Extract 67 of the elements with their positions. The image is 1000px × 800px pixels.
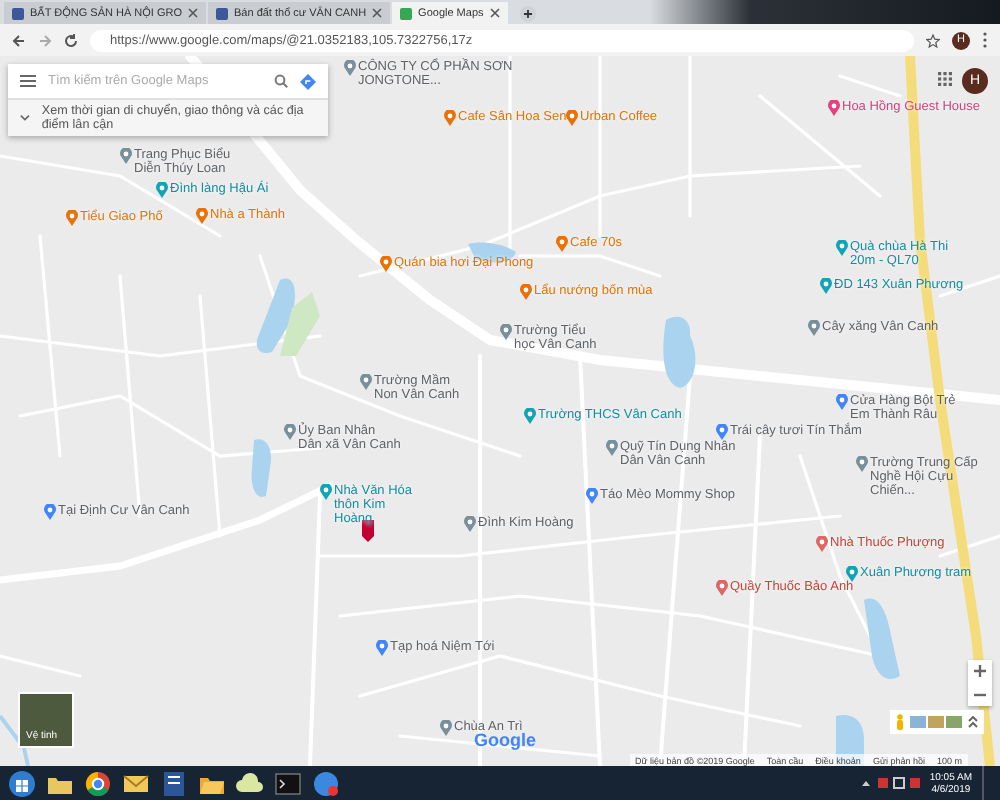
envelope-icon[interactable]	[122, 769, 150, 797]
lake	[256, 278, 295, 353]
place-pin-icon[interactable]	[444, 110, 456, 126]
new-tab-icon[interactable]	[519, 6, 536, 22]
star-icon[interactable]	[926, 33, 940, 47]
back-icon[interactable]	[12, 33, 26, 47]
place-pin-icon[interactable]	[380, 256, 392, 272]
menu-icon[interactable]	[20, 74, 36, 88]
river	[0, 714, 30, 766]
close-icon[interactable]	[489, 8, 500, 18]
place-pin-icon[interactable]	[816, 536, 828, 552]
place-pin-icon[interactable]	[500, 324, 512, 340]
place-pin-icon[interactable]	[440, 720, 452, 736]
pegman-icon[interactable]	[896, 714, 904, 730]
place-pin-icon[interactable]	[808, 320, 820, 336]
lake	[864, 598, 900, 680]
chevron-icon[interactable]	[20, 114, 30, 122]
place-pin-icon[interactable]	[606, 440, 618, 456]
place-pin-icon[interactable]	[464, 516, 476, 532]
place-pin-icon[interactable]	[828, 100, 840, 116]
park	[280, 292, 320, 356]
place-pin-icon[interactable]	[196, 208, 208, 224]
maps-favicon-icon	[400, 7, 413, 19]
cloud-icon[interactable]	[236, 769, 264, 797]
close-icon[interactable]	[372, 8, 383, 18]
place-pin-icon[interactable]	[716, 424, 728, 440]
place-pin-icon[interactable]	[284, 424, 296, 440]
expand-icon[interactable]	[968, 716, 978, 728]
place-pin-icon[interactable]	[856, 456, 868, 472]
place-pin-icon[interactable]	[836, 240, 848, 256]
apps-grid-icon[interactable]	[938, 72, 952, 86]
place-pin-icon[interactable]	[836, 394, 848, 410]
place-pin-icon[interactable]	[376, 640, 388, 656]
place-pin-icon[interactable]	[66, 210, 78, 226]
place-pin-icon[interactable]	[520, 284, 532, 300]
document-icon[interactable]	[160, 769, 188, 797]
lake	[663, 316, 696, 388]
place-pin-icon[interactable]	[44, 504, 56, 520]
search-icon[interactable]	[274, 74, 288, 88]
place-pin-icon[interactable]	[120, 148, 132, 164]
place-pin-icon[interactable]	[556, 236, 568, 252]
page-favicon-icon	[12, 7, 24, 19]
place-pin-icon[interactable]	[586, 488, 598, 504]
place-pin-icon[interactable]	[566, 110, 578, 126]
imagery-thumbnails-icon[interactable]	[910, 716, 962, 728]
chrome-icon[interactable]	[84, 769, 112, 797]
terminal-icon[interactable]	[274, 769, 302, 797]
chat-icon[interactable]	[312, 769, 340, 797]
start-orb-icon[interactable]	[8, 769, 36, 797]
place-pin-icon[interactable]	[820, 278, 832, 294]
menu-icon[interactable]	[982, 32, 988, 48]
page-favicon-icon	[216, 7, 228, 19]
place-pin-icon[interactable]	[524, 408, 536, 424]
system-tray-icon[interactable]	[859, 776, 920, 790]
place-pin-icon[interactable]	[716, 580, 728, 596]
close-icon[interactable]	[188, 8, 198, 18]
reload-icon[interactable]	[64, 33, 78, 47]
place-pin-icon[interactable]	[344, 60, 356, 76]
map-logo: Google	[474, 730, 536, 750]
place-pin-icon[interactable]	[846, 566, 858, 582]
place-pin-icon[interactable]	[360, 374, 372, 390]
directions-icon[interactable]	[300, 73, 316, 89]
forward-icon[interactable]	[38, 33, 52, 47]
zoom-in-icon[interactable]	[968, 660, 992, 682]
place-pin-icon[interactable]	[156, 182, 168, 198]
lake	[251, 439, 272, 497]
place-pin-icon[interactable]	[320, 484, 332, 500]
